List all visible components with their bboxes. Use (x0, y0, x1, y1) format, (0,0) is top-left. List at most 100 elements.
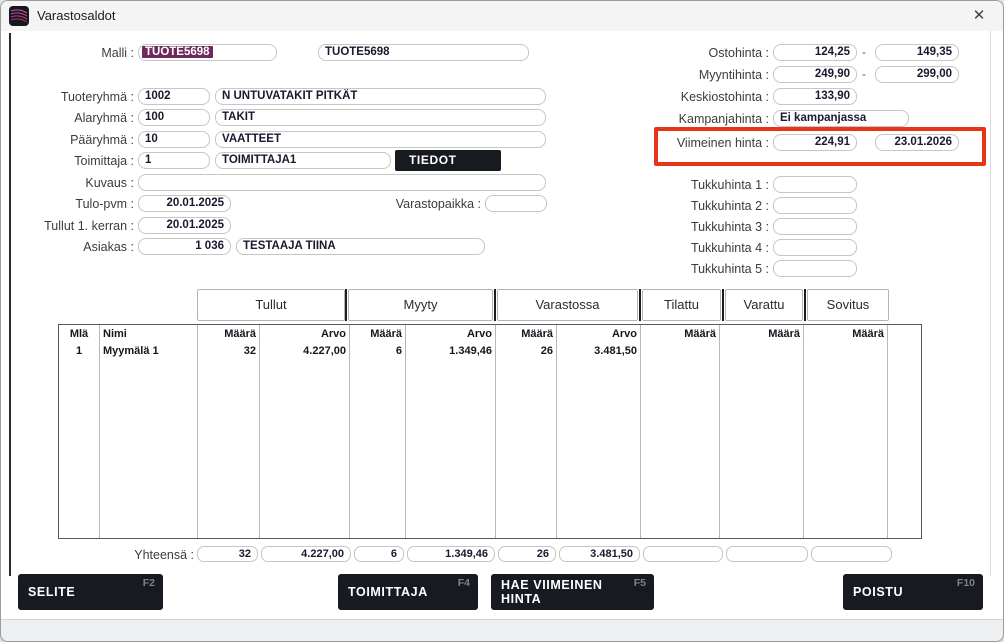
poistu-fkey-label: F10 (957, 577, 975, 589)
group-divider (494, 289, 496, 321)
myyntihinta-min-field[interactable]: 249,90 (773, 66, 857, 83)
table-row-cell[interactable]: 26 (499, 344, 553, 358)
tukkuhinta-4-field[interactable] (773, 239, 857, 256)
poistu-button-label: POISTU (853, 585, 903, 599)
tulo-pvm-label: Tulo-pvm : (1, 196, 134, 212)
table-gridline (640, 325, 641, 538)
table-gridline (197, 325, 198, 538)
tukkuhinta-2-field[interactable] (773, 197, 857, 214)
table-gridline (259, 325, 260, 538)
col-header-maara-myyty: Määrä (351, 327, 402, 341)
tukkuhinta-3-label: Tukkuhinta 3 : (561, 219, 769, 235)
total-varattu-maara (726, 546, 808, 562)
hae-viimeinen-hinta-fkey-label: F5 (634, 577, 646, 589)
asiakas-label: Asiakas : (1, 239, 134, 255)
col-header-maara-sovitus: Määrä (807, 327, 884, 341)
table-row-cell[interactable]: 4.227,00 (263, 344, 346, 358)
toimittaja-name-field[interactable]: TOIMITTAJA1 (215, 152, 391, 169)
ostohinta-min-field[interactable]: 124,25 (773, 44, 857, 61)
varastosaldot-window: Varastosaldot ✕ Malli : TUOTE5698 TUOTE5… (0, 0, 1004, 642)
alaryhma-name-field[interactable]: TAKIT (215, 109, 546, 126)
paaryhma-name-field[interactable]: VAATTEET (215, 131, 546, 148)
varastopaikka-field[interactable] (485, 195, 547, 212)
col-header-nimi: Nimi (103, 327, 193, 341)
table-gridline (719, 325, 720, 538)
malli-name-field[interactable]: TUOTE5698 (318, 44, 529, 61)
table-row-cell[interactable]: 6 (351, 344, 402, 358)
table-row-cell-nimi[interactable]: Myymälä 1 (103, 344, 193, 358)
total-varastossa-arvo: 3.481,50 (559, 546, 640, 562)
total-myyty-arvo: 1.349,46 (407, 546, 495, 562)
tukkuhinta-5-field[interactable] (773, 260, 857, 277)
tulo-pvm-field[interactable]: 20.01.2025 (138, 195, 231, 212)
ostohinta-dash: - (862, 45, 866, 59)
right-edge-line (990, 31, 991, 576)
group-header-varastossa: Varastossa (497, 289, 638, 321)
asiakas-name-field[interactable]: TESTAAJA TIINA (236, 238, 485, 255)
total-tullut-arvo: 4.227,00 (261, 546, 351, 562)
kampanjahinta-field[interactable]: Ei kampanjassa (773, 110, 909, 127)
tullut-1-kerran-field[interactable]: 20.01.2025 (138, 217, 231, 234)
kuvaus-field[interactable] (138, 174, 546, 191)
keskiostohinta-label: Keskiostohinta : (561, 89, 769, 105)
malli-input[interactable]: TUOTE5698 (138, 44, 277, 61)
hae-viimeinen-hinta-button-label: HAE VIIMEINEN HINTA (501, 578, 603, 606)
total-varastossa-maara: 26 (498, 546, 556, 562)
tuoteryhma-code-field[interactable]: 1002 (138, 88, 210, 105)
paaryhma-code-field[interactable]: 10 (138, 131, 210, 148)
title-bar: Varastosaldot ✕ (1, 1, 1003, 31)
col-header-maara-varattu: Määrä (723, 327, 800, 341)
close-icon[interactable]: ✕ (969, 6, 989, 26)
app-icon (9, 6, 29, 26)
col-header-maara-tilattu: Määrä (644, 327, 716, 341)
table-row-cell-mla[interactable]: 1 (59, 344, 99, 358)
total-sovitus-maara (811, 546, 892, 562)
kuvaus-label: Kuvaus : (1, 175, 134, 191)
tukkuhinta-1-label: Tukkuhinta 1 : (561, 177, 769, 193)
table-row-cell[interactable]: 3.481,50 (560, 344, 637, 358)
poistu-button[interactable]: POISTU F10 (843, 574, 983, 610)
group-divider (804, 289, 806, 321)
selite-fkey-label: F2 (143, 577, 155, 589)
main-content: Malli : TUOTE5698 TUOTE5698 Tuoteryhmä :… (1, 31, 1003, 619)
toimittaja-button[interactable]: TOIMITTAJA F4 (338, 574, 478, 610)
alaryhma-code-field[interactable]: 100 (138, 109, 210, 126)
group-header-myyty: Myyty (348, 289, 493, 321)
hae-viimeinen-hinta-button[interactable]: HAE VIIMEINEN HINTA F5 (491, 574, 654, 610)
malli-label: Malli : (1, 45, 134, 61)
group-header-tullut: Tullut (197, 289, 345, 321)
group-header-tilattu: Tilattu (642, 289, 721, 321)
window-title: Varastosaldot (37, 8, 116, 23)
viimeinen-hinta-date-field[interactable]: 23.01.2026 (875, 134, 959, 151)
table-gridline (405, 325, 406, 538)
ostohinta-label: Ostohinta : (561, 45, 769, 61)
table-gridline (803, 325, 804, 538)
stock-table[interactable]: Mlä Nimi Määrä Arvo Määrä Arvo Määrä Arv… (58, 324, 922, 539)
col-header-arvo-myyty: Arvo (409, 327, 492, 341)
tukkuhinta-2-label: Tukkuhinta 2 : (561, 198, 769, 214)
tukkuhinta-3-field[interactable] (773, 218, 857, 235)
table-row-cell[interactable]: 32 (199, 344, 256, 358)
tukkuhinta-5-label: Tukkuhinta 5 : (561, 261, 769, 277)
myyntihinta-max-field[interactable]: 299,00 (875, 66, 959, 83)
toimittaja-code-field[interactable]: 1 (138, 152, 210, 169)
status-bar (1, 619, 1003, 641)
col-header-arvo-varastossa: Arvo (560, 327, 637, 341)
tiedot-button[interactable]: TIEDOT (395, 150, 501, 171)
alaryhma-label: Alaryhmä : (1, 110, 134, 126)
group-divider (345, 289, 347, 321)
asiakas-code-field[interactable]: 1 036 (138, 238, 231, 255)
tukkuhinta-1-field[interactable] (773, 176, 857, 193)
keskiostohinta-field[interactable]: 133,90 (773, 88, 857, 105)
myyntihinta-dash: - (862, 67, 866, 81)
ostohinta-max-field[interactable]: 149,35 (875, 44, 959, 61)
table-row-cell[interactable]: 1.349,46 (409, 344, 492, 358)
viimeinen-hinta-price-field[interactable]: 224,91 (773, 134, 857, 151)
table-gridline (349, 325, 350, 538)
tukkuhinta-4-label: Tukkuhinta 4 : (561, 240, 769, 256)
tuoteryhma-name-field[interactable]: N UNTUVATAKIT PITKÄT (215, 88, 546, 105)
col-header-maara-varastossa: Määrä (499, 327, 553, 341)
group-divider (722, 289, 724, 321)
total-myyty-maara: 6 (354, 546, 404, 562)
selite-button[interactable]: SELITE F2 (18, 574, 163, 610)
